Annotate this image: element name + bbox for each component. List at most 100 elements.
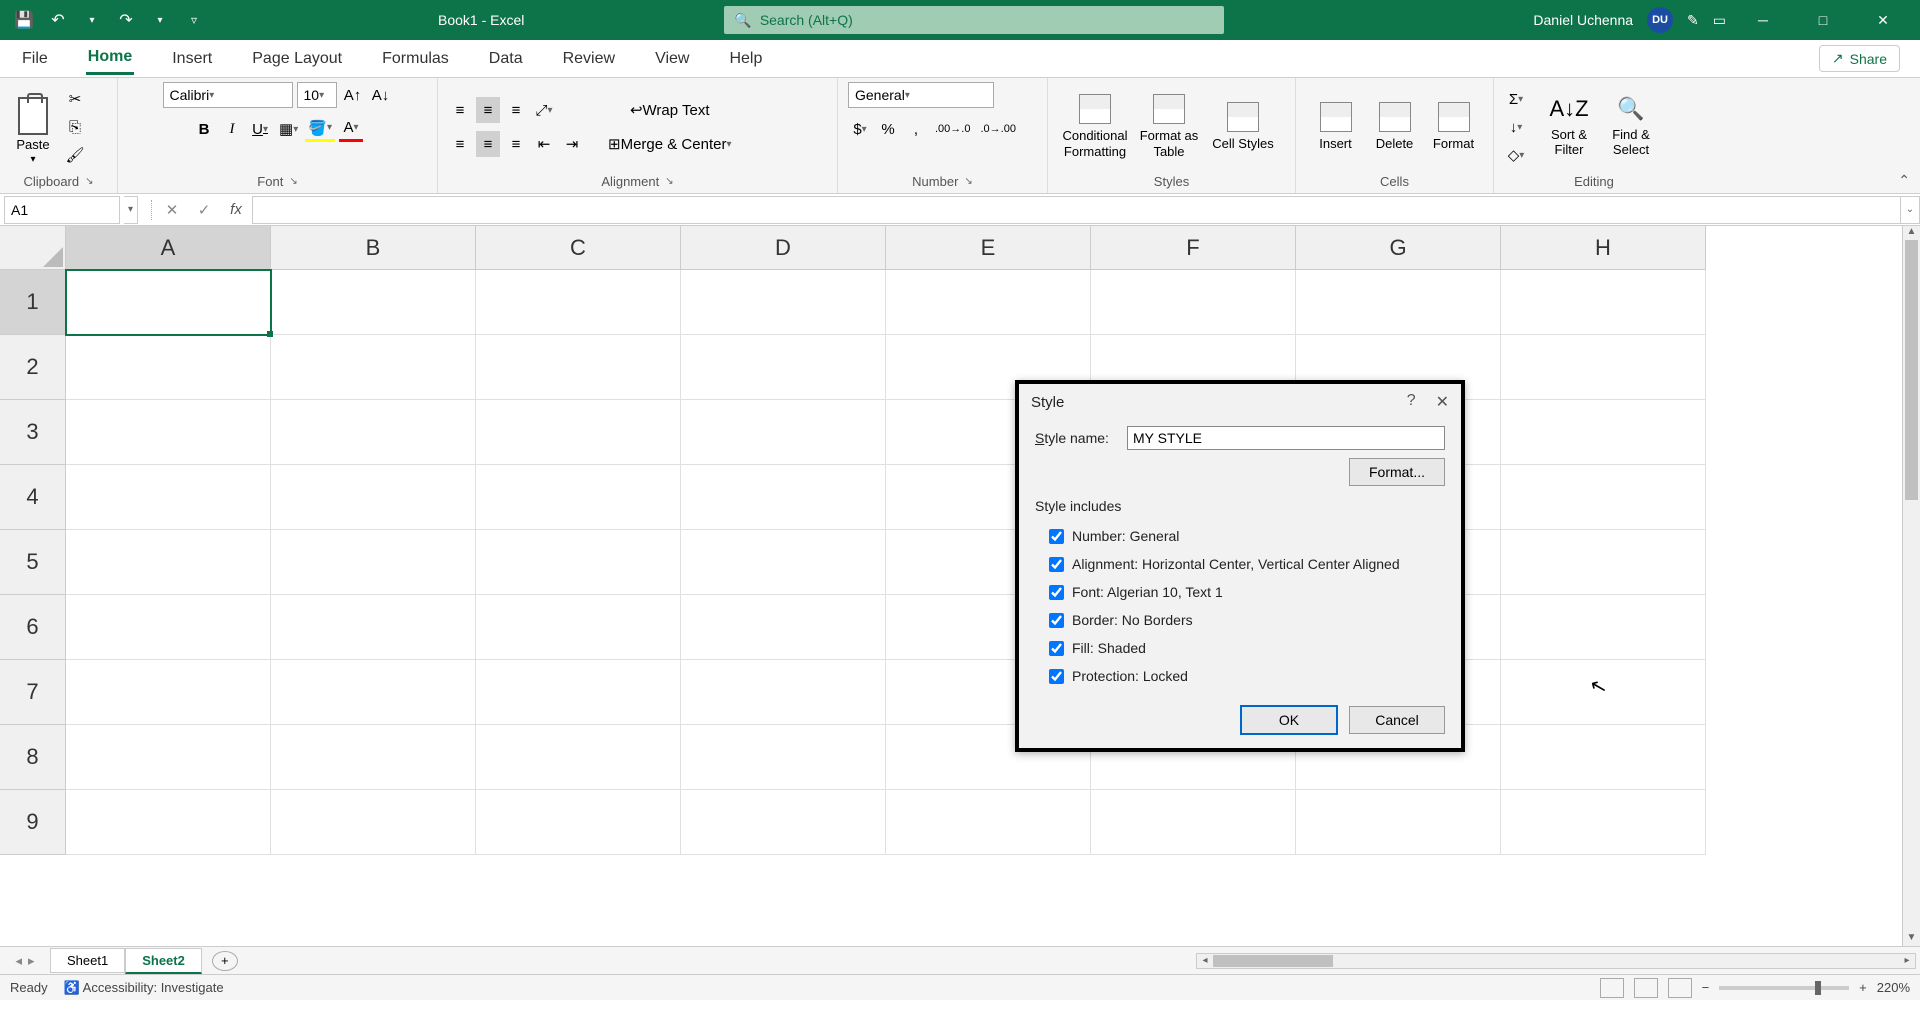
- cell[interactable]: [66, 725, 271, 790]
- tab-insert[interactable]: Insert: [170, 44, 214, 74]
- cell[interactable]: [681, 270, 886, 335]
- cell[interactable]: [1091, 270, 1296, 335]
- display-options-icon[interactable]: ▭: [1713, 12, 1726, 29]
- cell[interactable]: [271, 595, 476, 660]
- decrease-font-icon[interactable]: A↓: [369, 82, 393, 108]
- cell[interactable]: [1091, 790, 1296, 855]
- row-header[interactable]: 3: [0, 400, 66, 465]
- cell[interactable]: [476, 595, 681, 660]
- col-header[interactable]: E: [886, 226, 1091, 270]
- row-header[interactable]: 9: [0, 790, 66, 855]
- col-header[interactable]: G: [1296, 226, 1501, 270]
- borders-button[interactable]: ▦: [276, 116, 301, 142]
- cell[interactable]: [681, 465, 886, 530]
- name-box-dropdown[interactable]: ▾: [124, 196, 138, 224]
- alignment-checkbox[interactable]: [1049, 557, 1064, 572]
- cell[interactable]: [1501, 400, 1706, 465]
- col-header[interactable]: F: [1091, 226, 1296, 270]
- fill-icon[interactable]: ↓: [1504, 114, 1528, 140]
- cell[interactable]: [476, 400, 681, 465]
- wrap-text-button[interactable]: ↩ Wrap Text: [600, 97, 740, 123]
- col-header[interactable]: B: [271, 226, 476, 270]
- font-checkbox[interactable]: [1049, 585, 1064, 600]
- page-break-view-icon[interactable]: [1668, 978, 1692, 998]
- cell[interactable]: [66, 790, 271, 855]
- cell[interactable]: [271, 660, 476, 725]
- decrease-decimal-icon[interactable]: .0→.00: [977, 116, 1018, 142]
- user-name[interactable]: Daniel Uchenna: [1533, 12, 1633, 28]
- align-center-icon[interactable]: ≡: [476, 131, 500, 157]
- zoom-out-icon[interactable]: −: [1702, 980, 1710, 995]
- undo-icon[interactable]: ↶: [44, 6, 72, 34]
- cell[interactable]: [66, 465, 271, 530]
- scroll-up-arrow[interactable]: ▲: [1903, 226, 1920, 240]
- align-top-icon[interactable]: ≡: [448, 97, 472, 123]
- ok-button[interactable]: OK: [1241, 706, 1337, 734]
- row-header[interactable]: 6: [0, 595, 66, 660]
- redo-dropdown[interactable]: ▾: [146, 6, 174, 34]
- cell[interactable]: [1501, 530, 1706, 595]
- cell[interactable]: [1501, 660, 1706, 725]
- row-header[interactable]: 2: [0, 335, 66, 400]
- clipboard-launcher[interactable]: ↘: [85, 176, 93, 187]
- autosum-icon[interactable]: Σ: [1504, 86, 1528, 112]
- coming-soon-icon[interactable]: ✎: [1687, 12, 1699, 29]
- dialog-titlebar[interactable]: Style ? ✕: [1019, 384, 1461, 420]
- align-right-icon[interactable]: ≡: [504, 131, 528, 157]
- accounting-format-icon[interactable]: $: [848, 116, 872, 142]
- tab-view[interactable]: View: [653, 44, 691, 74]
- formula-input[interactable]: [252, 196, 1900, 224]
- cell[interactable]: [681, 400, 886, 465]
- paste-button[interactable]: Paste ▾: [10, 89, 56, 165]
- cell[interactable]: [681, 595, 886, 660]
- redo-icon[interactable]: ↷: [112, 6, 140, 34]
- align-bottom-icon[interactable]: ≡: [504, 97, 528, 123]
- scroll-right-arrow[interactable]: ▸: [1899, 954, 1915, 968]
- cell[interactable]: [271, 465, 476, 530]
- cell[interactable]: [1296, 790, 1501, 855]
- border-checkbox[interactable]: [1049, 613, 1064, 628]
- copy-icon[interactable]: ⎘: [62, 116, 88, 138]
- cell[interactable]: [476, 465, 681, 530]
- protection-checkbox[interactable]: [1049, 669, 1064, 684]
- increase-decimal-icon[interactable]: .00→.0: [932, 116, 973, 142]
- delete-cells-button[interactable]: Delete: [1365, 89, 1424, 165]
- cell[interactable]: [1501, 465, 1706, 530]
- cell[interactable]: [66, 335, 271, 400]
- row-header[interactable]: 5: [0, 530, 66, 595]
- cell[interactable]: [1501, 725, 1706, 790]
- sheet-nav[interactable]: ◂▸: [0, 953, 50, 969]
- cell[interactable]: [271, 725, 476, 790]
- close-button[interactable]: ✕: [1860, 0, 1906, 40]
- font-size-combo[interactable]: 10: [297, 82, 337, 108]
- cut-icon[interactable]: ✂: [62, 88, 88, 110]
- orientation-icon[interactable]: ⤢: [532, 97, 556, 123]
- horizontal-scrollbar[interactable]: ◂ ▸: [1196, 953, 1916, 969]
- normal-view-icon[interactable]: [1600, 978, 1624, 998]
- fill-checkbox[interactable]: [1049, 641, 1064, 656]
- alignment-launcher[interactable]: ↘: [665, 176, 673, 187]
- dialog-close-icon[interactable]: ✕: [1436, 392, 1449, 412]
- cell[interactable]: [271, 790, 476, 855]
- row-header[interactable]: 4: [0, 465, 66, 530]
- avatar[interactable]: DU: [1647, 7, 1673, 33]
- cell[interactable]: [681, 660, 886, 725]
- cell[interactable]: [66, 595, 271, 660]
- cell[interactable]: [1501, 595, 1706, 660]
- hscroll-thumb[interactable]: [1213, 955, 1333, 967]
- style-name-input[interactable]: [1127, 426, 1445, 450]
- zoom-slider[interactable]: [1719, 986, 1849, 990]
- zoom-level[interactable]: 220%: [1877, 980, 1910, 995]
- cell[interactable]: [681, 530, 886, 595]
- zoom-handle[interactable]: [1815, 981, 1821, 995]
- cell[interactable]: [66, 400, 271, 465]
- cell[interactable]: [886, 790, 1091, 855]
- underline-button[interactable]: U: [248, 116, 272, 142]
- sort-filter-button[interactable]: A↓ZSort & Filter: [1538, 89, 1600, 165]
- increase-font-icon[interactable]: A↑: [341, 82, 365, 108]
- tab-page-layout[interactable]: Page Layout: [250, 44, 344, 74]
- page-layout-view-icon[interactable]: [1634, 978, 1658, 998]
- scroll-down-arrow[interactable]: ▼: [1903, 932, 1920, 946]
- cell[interactable]: [271, 335, 476, 400]
- cell[interactable]: [681, 725, 886, 790]
